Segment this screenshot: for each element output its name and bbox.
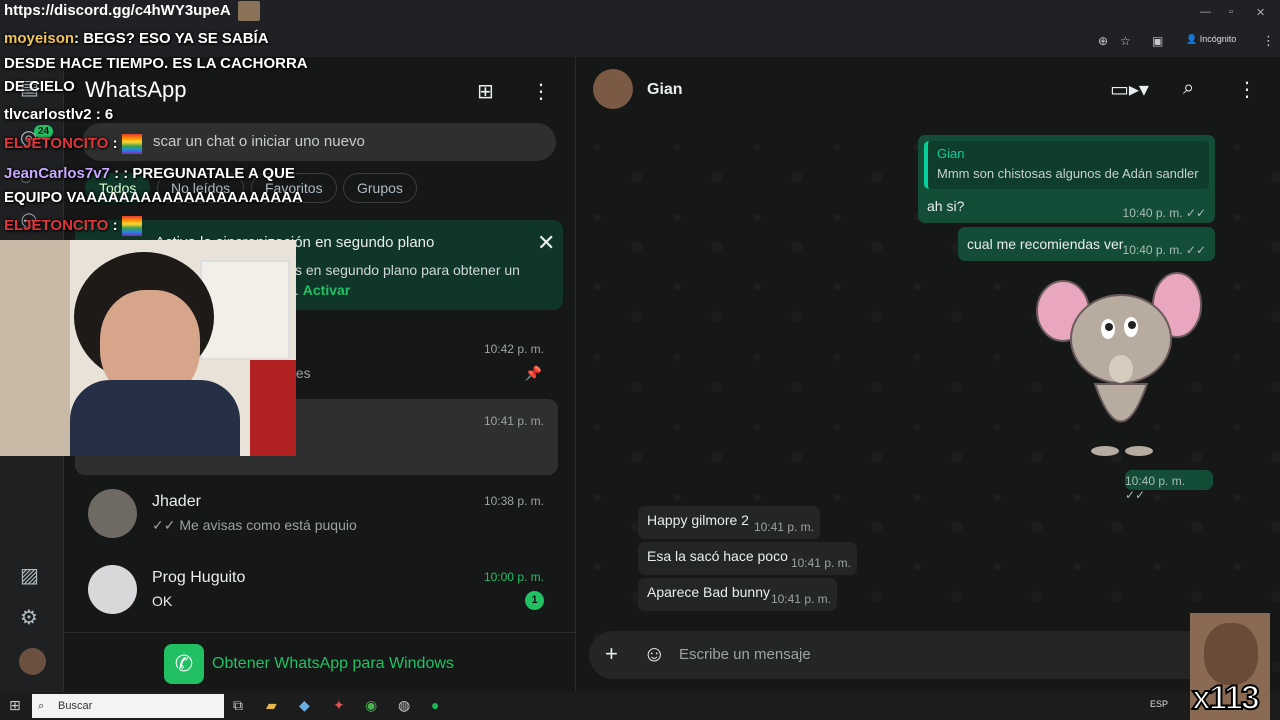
menu-icon[interactable]: ⋮ xyxy=(531,79,551,104)
chrome-icon[interactable]: ◉ xyxy=(365,697,377,714)
stream-chat-line: ELJETONCITO : xyxy=(4,134,142,154)
discord-url-overlay: https://discord.gg/c4hWY3upeA xyxy=(4,2,231,19)
stream-chat-line: EQUIPO VAAAAAAAAAAAAAAAAAAAAA xyxy=(4,189,303,206)
message-bubble-in[interactable]: Aparece Bad bunny 10:41 p. m. xyxy=(638,578,837,611)
chat-row[interactable]: Prog Huguito OK 10:00 p. m. 1 xyxy=(65,555,576,631)
close-icon[interactable]: ✕ xyxy=(537,230,555,256)
message-time: 10:40 p. m. ✓✓ xyxy=(1125,474,1186,502)
search-icon: ⌕ xyxy=(38,700,45,712)
minimize-icon[interactable]: — xyxy=(1200,6,1211,18)
windows-taskbar: ⊞ Buscar ⌕ ⧉ ▰ ◆ ✦ ◉ ◍ ● ESP xyxy=(0,692,1280,720)
message-text: Aparece Bad bunny xyxy=(647,584,770,600)
zoom-icon[interactable]: ⊕ xyxy=(1098,34,1108,48)
video-call-icon[interactable]: ▭▸▾ xyxy=(1110,77,1149,102)
get-app-banner[interactable]: ✆ Obtener WhatsApp para Windows xyxy=(65,632,576,692)
stream-chat-line: DESDE HACE TIEMPO. ES LA CACHORRA xyxy=(4,55,308,72)
message-text: Esa la sacó hace poco xyxy=(647,548,788,564)
message-bubble-in[interactable]: Esa la sacó hace poco 10:41 p. m. xyxy=(638,542,857,575)
chat-row[interactable]: Jhader ✓✓ Me avisas como está puquio 10:… xyxy=(65,479,576,555)
mouse-sticker[interactable] xyxy=(1035,269,1205,459)
emoji-icon[interactable]: ☺ xyxy=(643,641,665,667)
banner-body: s en segundo plano para obtener un . Act… xyxy=(295,262,520,298)
obs-icon[interactable]: ◍ xyxy=(398,697,410,714)
contact-name[interactable]: Gian xyxy=(647,81,683,99)
stream-chat-line: DE CIELO xyxy=(4,78,75,95)
message-time: 10:41 p. m. xyxy=(770,592,831,606)
browser-topbar: https://discord.gg/c4hWY3upeA — ▫ ✕ ⊕ ☆ … xyxy=(0,0,1280,57)
language-indicator[interactable]: ESP xyxy=(1150,699,1168,709)
file-explorer-icon[interactable]: ▰ xyxy=(266,697,277,714)
quote-author: Gian xyxy=(937,146,965,161)
message-text: Happy gilmore 2 xyxy=(647,512,749,528)
message-input[interactable]: Escribe un mensaje xyxy=(679,646,811,663)
bookmark-star-icon[interactable]: ☆ xyxy=(1120,34,1131,48)
chat-menu-icon[interactable]: ⋮ xyxy=(1237,77,1257,102)
stream-chat-line: tlvcarlostlv2 : 6 xyxy=(4,106,114,123)
incognito-label[interactable]: 👤 Incógnito xyxy=(1186,34,1236,45)
stream-chat-line: moyeison: BEGS? ESO YA SE SABÍA xyxy=(4,30,269,47)
chat-time: 10:41 p. m. xyxy=(483,414,544,428)
chat-preview: OK xyxy=(152,593,173,609)
message-time: 10:40 p. m. ✓✓ xyxy=(1122,243,1206,257)
activar-link[interactable]: Activar xyxy=(303,282,350,298)
message-bubble-out[interactable]: Gian Mmm son chistosas algunos de Adán s… xyxy=(918,135,1215,223)
app-title: WhatsApp xyxy=(85,77,187,102)
quoted-message[interactable]: Gian Mmm son chistosas algunos de Adán s… xyxy=(924,141,1209,189)
taskbar-search[interactable]: Buscar xyxy=(32,694,224,718)
extension-icon[interactable]: ▣ xyxy=(1152,34,1163,48)
chat-time: 10:00 p. m. xyxy=(483,570,544,584)
search-icon[interactable]: ⌕ xyxy=(1183,77,1194,100)
get-app-text[interactable]: Obtener WhatsApp para Windows xyxy=(212,655,454,673)
windows-start-icon[interactable]: ⊞ xyxy=(9,697,21,714)
chat-preview: ✓✓ Me avisas como está puquio xyxy=(152,517,357,533)
quote-text: Mmm son chistosas algunos de Adán sandle… xyxy=(937,166,1199,181)
filter-grupos[interactable]: Grupos xyxy=(343,173,417,203)
avatar xyxy=(88,489,137,538)
message-bubble-in[interactable]: Happy gilmore 2 10:41 p. m. xyxy=(638,506,820,539)
message-time: 10:40 p. m. ✓✓ xyxy=(1122,206,1206,220)
contact-avatar[interactable] xyxy=(593,69,633,109)
browser-menu-icon[interactable]: ⋮ xyxy=(1262,33,1275,49)
webcam-overlay xyxy=(0,240,296,456)
attach-plus-icon[interactable]: + xyxy=(605,641,618,667)
stream-chat-line: JeanCarlos7v7 : : PREGUNATALE A QUE xyxy=(4,165,295,182)
message-text: ah si? xyxy=(927,198,965,214)
app-icon[interactable]: ✦ xyxy=(333,697,345,714)
pin-icon: 📌 xyxy=(524,365,542,381)
chat-time: 10:42 p. m. xyxy=(483,342,544,356)
notepad-icon[interactable]: ◆ xyxy=(299,697,310,714)
unread-badge: 1 xyxy=(525,591,544,610)
settings-icon[interactable]: ⚙ xyxy=(20,605,38,630)
avatar xyxy=(88,565,137,614)
message-bubble-out[interactable]: cual me recomiendas ver 10:40 p. m. ✓✓ xyxy=(958,227,1215,261)
meme-counter-overlay: x113 xyxy=(1190,613,1270,720)
message-time: 10:41 p. m. xyxy=(790,556,851,570)
search-placeholder: scar un chat o iniciar uno nuevo xyxy=(153,133,365,150)
conversation-pane: Gian ▭▸▾ ⌕ ⋮ Gian Mmm son chistosas algu… xyxy=(577,57,1280,692)
streamer-thumbnail xyxy=(238,1,260,21)
pride-flag-emote-icon xyxy=(121,216,142,236)
chat-name: Prog Huguito xyxy=(152,569,246,586)
spotify-icon[interactable]: ● xyxy=(431,697,439,713)
pride-flag-emote-icon xyxy=(121,134,142,154)
close-window-icon[interactable]: ✕ xyxy=(1256,6,1265,19)
message-composer[interactable]: + ☺ Escribe un mensaje xyxy=(589,631,1269,679)
chat-time: 10:38 p. m. xyxy=(483,494,544,508)
new-chat-icon[interactable]: ⊞ xyxy=(477,79,494,104)
sticker-time-chip: 10:40 p. m. ✓✓ xyxy=(1125,470,1213,502)
message-text: cual me recomiendas ver xyxy=(967,236,1124,252)
message-time: 10:41 p. m. xyxy=(753,520,814,534)
profile-avatar[interactable] xyxy=(19,648,46,675)
counter-text: x113 xyxy=(1191,678,1261,718)
task-view-icon[interactable]: ⧉ xyxy=(233,697,243,714)
chat-name: Jhader xyxy=(152,493,201,510)
whatsapp-logo-icon: ✆ xyxy=(164,644,204,684)
chat-header[interactable]: Gian ▭▸▾ ⌕ ⋮ xyxy=(577,57,1280,121)
maximize-icon[interactable]: ▫ xyxy=(1229,6,1233,18)
media-gallery-icon[interactable]: ▨ xyxy=(20,563,39,588)
stream-chat-line: ELJETONCITO : xyxy=(4,216,142,236)
